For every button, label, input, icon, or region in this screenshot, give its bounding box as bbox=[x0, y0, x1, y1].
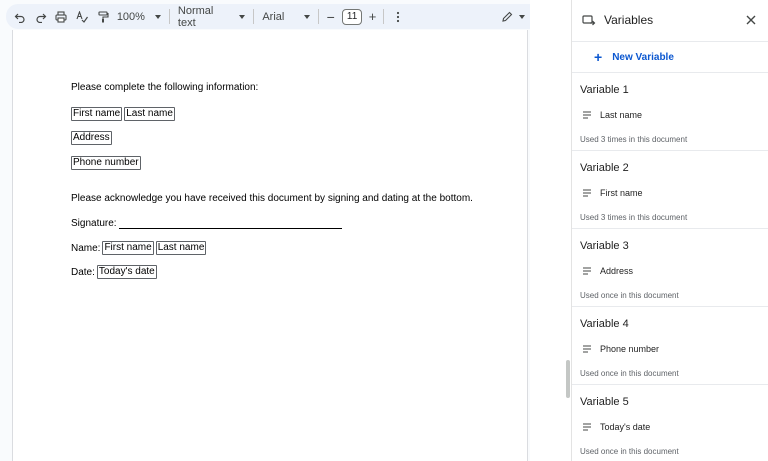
variable-name: Variable 1 bbox=[580, 84, 629, 96]
paint-format-icon[interactable] bbox=[92, 6, 113, 28]
document-editor: Please complete the following informatio… bbox=[0, 0, 530, 461]
first-name-chip[interactable]: First name bbox=[102, 241, 154, 255]
chevron-down-icon bbox=[154, 14, 161, 19]
paragraph-style-dropdown[interactable]: Normal text bbox=[177, 4, 246, 29]
name-label: Name: bbox=[71, 242, 101, 254]
panel-title: Variables bbox=[604, 13, 654, 27]
variable-usage: Used 3 times in this document bbox=[580, 135, 688, 144]
font-size-input[interactable]: 11 bbox=[342, 8, 362, 25]
variable-value-row: Phone number bbox=[582, 344, 659, 354]
variable-usage: Used once in this document bbox=[580, 291, 679, 300]
chevron-down-icon bbox=[239, 14, 246, 19]
toolbar-divider bbox=[383, 9, 384, 24]
signature-underline bbox=[118, 219, 342, 229]
variable-value-row: Address bbox=[582, 266, 633, 276]
variable-name: Variable 5 bbox=[580, 396, 629, 408]
intro-text: Please complete the following informatio… bbox=[71, 82, 259, 93]
variable-value-row: First name bbox=[582, 188, 643, 198]
variable-value: Phone number bbox=[600, 344, 660, 354]
variable-value: Last name bbox=[600, 110, 643, 120]
increase-font-size-button[interactable]: + bbox=[366, 6, 379, 28]
signature-line: Signature: bbox=[71, 218, 342, 229]
variables-icon bbox=[582, 13, 596, 27]
paragraph-style-value: Normal text bbox=[177, 4, 214, 29]
redo-icon[interactable] bbox=[31, 6, 52, 28]
address-line: Address bbox=[71, 131, 112, 145]
name-chips-line: First name Last name bbox=[71, 107, 175, 121]
document-page[interactable]: Please complete the following informatio… bbox=[12, 30, 528, 461]
text-lines-icon bbox=[583, 345, 591, 353]
variable-name: Variable 2 bbox=[580, 162, 629, 174]
variable-card[interactable]: Variable 1 Last name Used 3 times in thi… bbox=[572, 73, 768, 151]
variable-card[interactable]: Variable 2 First name Used 3 times in th… bbox=[572, 151, 768, 229]
variable-usage: Used once in this document bbox=[580, 447, 679, 456]
toolbar-divider bbox=[168, 9, 170, 24]
text-lines-icon bbox=[583, 111, 591, 119]
toolbar-divider bbox=[318, 9, 320, 24]
close-icon[interactable] bbox=[744, 13, 758, 27]
panel-header: Variables bbox=[572, 0, 768, 40]
zoom-value: 100% bbox=[116, 10, 145, 23]
text-lines-icon bbox=[583, 423, 591, 431]
todays-date-chip[interactable]: Today's date bbox=[96, 265, 157, 279]
editing-mode-dropdown[interactable] bbox=[501, 6, 525, 28]
acknowledge-paragraph: Please acknowledge you have received thi… bbox=[71, 193, 473, 204]
date-label: Date: bbox=[71, 266, 95, 278]
name-line: Name: First name Last name bbox=[71, 241, 207, 255]
variable-value: Address bbox=[600, 266, 634, 276]
toolbar-divider bbox=[253, 9, 255, 24]
variable-value: First name bbox=[600, 188, 643, 198]
font-dropdown[interactable]: Arial bbox=[262, 6, 311, 28]
phone-line: Phone number bbox=[71, 156, 141, 170]
text-lines-icon bbox=[583, 189, 591, 197]
print-icon[interactable] bbox=[51, 6, 72, 28]
variables-panel: Variables + New Variable Variable 1 Last… bbox=[571, 0, 768, 461]
last-name-chip[interactable]: Last name bbox=[124, 107, 175, 121]
variable-value: Today's date bbox=[600, 422, 651, 432]
toolbar: 100% Normal text Arial − 11 + bbox=[6, 4, 530, 29]
new-variable-label: New Variable bbox=[612, 51, 674, 63]
variable-card[interactable]: Variable 4 Phone number Used once in thi… bbox=[572, 307, 768, 385]
variable-usage: Used 3 times in this document bbox=[580, 213, 688, 222]
variable-card[interactable]: Variable 3 Address Used once in this doc… bbox=[572, 229, 768, 307]
last-name-chip[interactable]: Last name bbox=[155, 241, 207, 255]
undo-icon[interactable] bbox=[10, 6, 31, 28]
variable-value-row: Today's date bbox=[582, 422, 650, 432]
variable-usage: Used once in this document bbox=[580, 369, 679, 378]
decrease-font-size-button[interactable]: − bbox=[323, 6, 338, 28]
text-lines-icon bbox=[583, 267, 591, 275]
variable-name: Variable 4 bbox=[580, 318, 629, 330]
address-chip[interactable]: Address bbox=[71, 131, 112, 145]
chevron-down-icon bbox=[518, 14, 525, 19]
intro-paragraph: Please complete the following informatio… bbox=[71, 82, 258, 93]
signature-label: Signature: bbox=[71, 218, 117, 229]
variable-name: Variable 3 bbox=[580, 240, 629, 252]
scrollbar-thumb[interactable] bbox=[566, 360, 570, 398]
phone-number-chip[interactable]: Phone number bbox=[71, 156, 141, 170]
spellcheck-icon[interactable] bbox=[72, 6, 93, 28]
plus-icon: + bbox=[594, 49, 603, 65]
variable-card[interactable]: Variable 5 Today's date Used once in thi… bbox=[572, 385, 768, 461]
chevron-down-icon bbox=[304, 14, 311, 19]
font-value: Arial bbox=[262, 10, 285, 23]
first-name-chip[interactable]: First name bbox=[71, 107, 123, 121]
new-variable-button[interactable]: + New Variable bbox=[572, 41, 768, 73]
date-line: Date: Today's date bbox=[71, 265, 157, 279]
zoom-dropdown[interactable]: 100% bbox=[117, 6, 161, 28]
acknowledge-text: Please acknowledge you have received thi… bbox=[71, 193, 473, 204]
pencil-icon bbox=[501, 11, 513, 23]
variable-value-row: Last name bbox=[582, 110, 642, 120]
more-options-icon[interactable] bbox=[388, 6, 409, 28]
